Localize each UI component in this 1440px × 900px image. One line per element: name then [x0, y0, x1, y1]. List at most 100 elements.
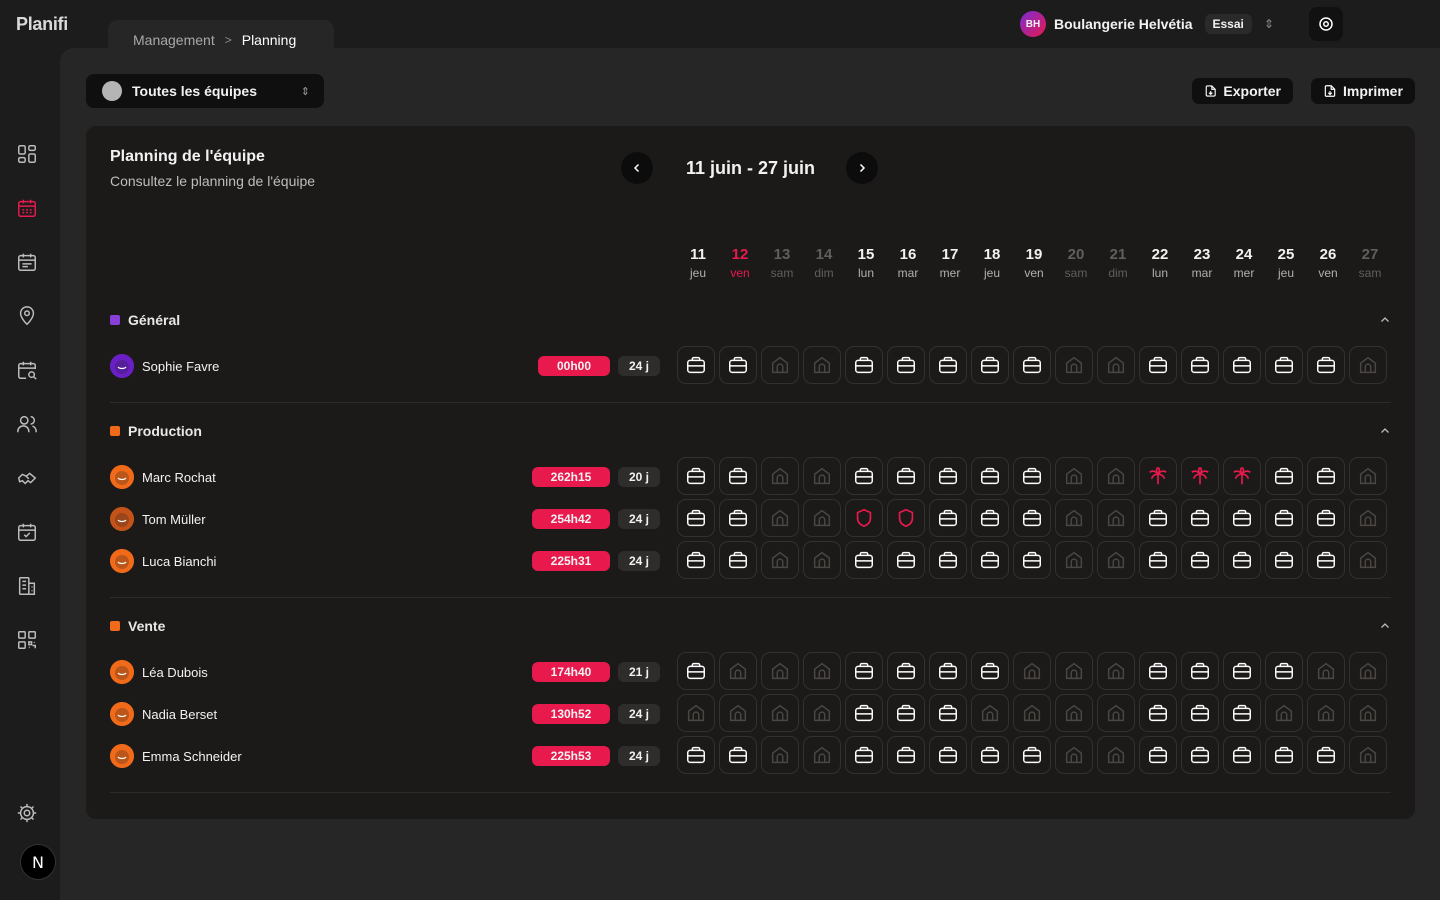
home-off-icon-cell[interactable]: [1349, 457, 1387, 495]
work-briefcase-icon-cell[interactable]: [845, 457, 883, 495]
work-briefcase-icon-cell[interactable]: [677, 457, 715, 495]
employee-row[interactable]: Tom Müller 254h42 24 j: [110, 499, 1391, 539]
work-briefcase-icon-cell[interactable]: [929, 499, 967, 537]
home-off-icon-cell[interactable]: [803, 694, 841, 732]
group-header[interactable]: Production: [110, 421, 1391, 441]
work-briefcase-icon-cell[interactable]: [1265, 652, 1303, 690]
work-briefcase-icon-cell[interactable]: [677, 499, 715, 537]
chevron-up-icon[interactable]: [1379, 425, 1391, 437]
work-briefcase-icon-cell[interactable]: [719, 457, 757, 495]
home-off-icon-cell[interactable]: [1055, 694, 1093, 732]
work-briefcase-icon-cell[interactable]: [1139, 541, 1177, 579]
calendar-icon[interactable]: [15, 196, 39, 220]
work-briefcase-icon-cell[interactable]: [1139, 694, 1177, 732]
print-button[interactable]: Imprimer: [1311, 78, 1415, 104]
qr-code-icon[interactable]: [15, 628, 39, 652]
home-off-icon-cell[interactable]: [1055, 736, 1093, 774]
work-briefcase-icon-cell[interactable]: [1223, 541, 1261, 579]
location-icon[interactable]: [15, 304, 39, 328]
home-off-icon-cell[interactable]: [803, 457, 841, 495]
home-off-icon-cell[interactable]: [761, 457, 799, 495]
work-briefcase-icon-cell[interactable]: [1013, 736, 1051, 774]
home-off-icon-cell[interactable]: [1055, 652, 1093, 690]
work-briefcase-icon-cell[interactable]: [1139, 736, 1177, 774]
next-period-button[interactable]: [846, 152, 878, 184]
work-briefcase-icon-cell[interactable]: [1223, 346, 1261, 384]
home-off-icon-cell[interactable]: [1097, 736, 1135, 774]
account-switcher[interactable]: BH Boulangerie Helvétia Essai ⇕: [1020, 10, 1274, 38]
home-off-icon-cell[interactable]: [1265, 694, 1303, 732]
work-briefcase-icon-cell[interactable]: [677, 736, 715, 774]
work-briefcase-icon-cell[interactable]: [887, 652, 925, 690]
work-briefcase-icon-cell[interactable]: [1265, 499, 1303, 537]
work-briefcase-icon-cell[interactable]: [971, 652, 1009, 690]
home-off-icon-cell[interactable]: [1055, 457, 1093, 495]
home-off-icon-cell[interactable]: [1307, 652, 1345, 690]
work-briefcase-icon-cell[interactable]: [719, 541, 757, 579]
work-briefcase-icon-cell[interactable]: [1265, 736, 1303, 774]
work-briefcase-icon-cell[interactable]: [845, 346, 883, 384]
chevron-up-icon[interactable]: [1379, 314, 1391, 326]
work-briefcase-icon-cell[interactable]: [719, 499, 757, 537]
work-briefcase-icon-cell[interactable]: [1307, 499, 1345, 537]
work-briefcase-icon-cell[interactable]: [677, 346, 715, 384]
home-off-icon-cell[interactable]: [1349, 736, 1387, 774]
home-off-icon-cell[interactable]: [1097, 346, 1135, 384]
work-briefcase-icon-cell[interactable]: [845, 694, 883, 732]
export-button[interactable]: Exporter: [1192, 78, 1293, 104]
home-off-icon-cell[interactable]: [1097, 541, 1135, 579]
work-briefcase-icon-cell[interactable]: [1139, 346, 1177, 384]
work-briefcase-icon-cell[interactable]: [887, 541, 925, 579]
work-briefcase-icon-cell[interactable]: [929, 652, 967, 690]
home-off-icon-cell[interactable]: [1307, 694, 1345, 732]
sick-shield-icon-cell[interactable]: [887, 499, 925, 537]
work-briefcase-icon-cell[interactable]: [1139, 499, 1177, 537]
work-briefcase-icon-cell[interactable]: [1181, 346, 1219, 384]
work-briefcase-icon-cell[interactable]: [1181, 652, 1219, 690]
home-off-icon-cell[interactable]: [761, 736, 799, 774]
work-briefcase-icon-cell[interactable]: [1181, 541, 1219, 579]
home-off-icon-cell[interactable]: [761, 499, 799, 537]
home-off-icon-cell[interactable]: [1349, 541, 1387, 579]
home-off-icon-cell[interactable]: [1097, 652, 1135, 690]
work-briefcase-icon-cell[interactable]: [1013, 457, 1051, 495]
settings-icon[interactable]: [15, 801, 39, 825]
calendar-search-icon[interactable]: [15, 358, 39, 382]
sick-shield-icon-cell[interactable]: [845, 499, 883, 537]
work-briefcase-icon-cell[interactable]: [1223, 736, 1261, 774]
home-off-icon-cell[interactable]: [803, 346, 841, 384]
work-briefcase-icon-cell[interactable]: [1307, 541, 1345, 579]
home-off-icon-cell[interactable]: [1349, 499, 1387, 537]
employee-row[interactable]: Emma Schneider 225h53 24 j: [110, 736, 1391, 776]
dashboard-icon[interactable]: [15, 142, 39, 166]
work-briefcase-icon-cell[interactable]: [971, 736, 1009, 774]
group-header[interactable]: Général: [110, 310, 1391, 330]
calendar-check-icon[interactable]: [15, 520, 39, 544]
employee-row[interactable]: Marc Rochat 262h15 20 j: [110, 457, 1391, 497]
work-briefcase-icon-cell[interactable]: [929, 736, 967, 774]
work-briefcase-icon-cell[interactable]: [1181, 694, 1219, 732]
work-briefcase-icon-cell[interactable]: [1223, 499, 1261, 537]
previous-period-button[interactable]: [621, 152, 653, 184]
chevron-up-icon[interactable]: [1379, 620, 1391, 632]
home-off-icon-cell[interactable]: [803, 652, 841, 690]
work-briefcase-icon-cell[interactable]: [1265, 346, 1303, 384]
home-off-icon-cell[interactable]: [719, 652, 757, 690]
work-briefcase-icon-cell[interactable]: [887, 736, 925, 774]
users-icon[interactable]: [15, 412, 39, 436]
work-briefcase-icon-cell[interactable]: [971, 541, 1009, 579]
handshake-icon[interactable]: [15, 466, 39, 490]
work-briefcase-icon-cell[interactable]: [1013, 499, 1051, 537]
home-off-icon-cell[interactable]: [971, 694, 1009, 732]
home-off-icon-cell[interactable]: [1097, 694, 1135, 732]
work-briefcase-icon-cell[interactable]: [845, 541, 883, 579]
building-icon[interactable]: [15, 574, 39, 598]
schedule-icon[interactable]: [15, 250, 39, 274]
help-button[interactable]: [1309, 7, 1343, 41]
employee-row[interactable]: Luca Bianchi 225h31 24 j: [110, 541, 1391, 581]
home-off-icon-cell[interactable]: [1349, 652, 1387, 690]
work-briefcase-icon-cell[interactable]: [929, 541, 967, 579]
work-briefcase-icon-cell[interactable]: [887, 457, 925, 495]
app-logo[interactable]: Planifi: [16, 14, 68, 35]
work-briefcase-icon-cell[interactable]: [1265, 541, 1303, 579]
